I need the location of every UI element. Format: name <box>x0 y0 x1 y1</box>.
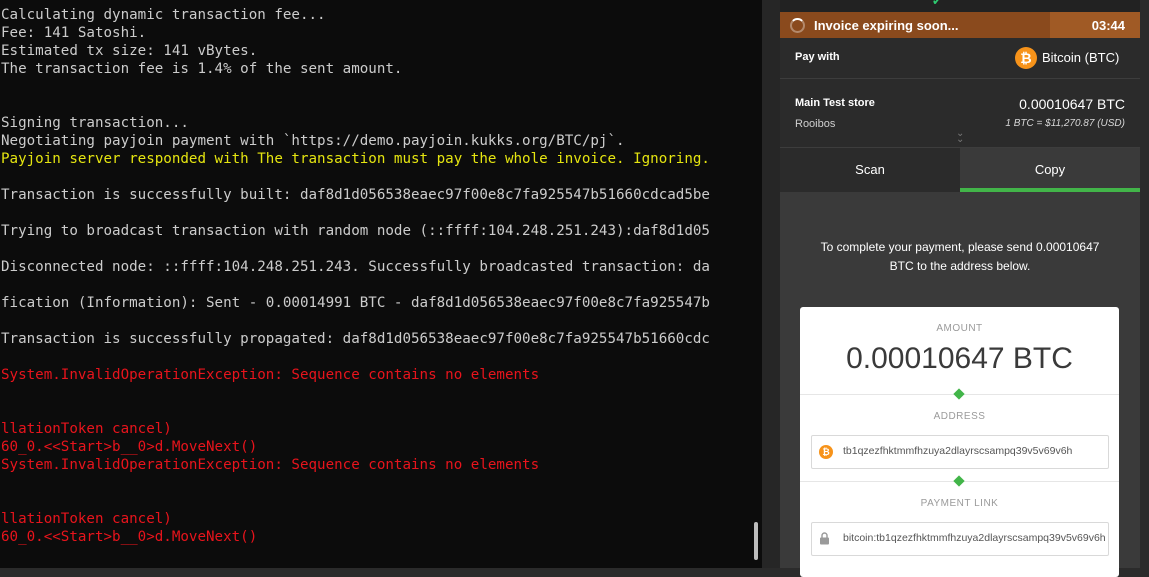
amount-value[interactable]: 0.00010647 BTC <box>800 342 1119 376</box>
window-top-edge: ✔ <box>780 0 1140 12</box>
check-icon: ✔ <box>932 0 943 8</box>
expiry-text: Invoice expiring soon... <box>814 18 959 33</box>
terminal-line: Estimated tx size: 141 vBytes. <box>1 43 258 59</box>
terminal-line: Transaction is successfully propagated: … <box>1 331 710 347</box>
terminal-line: fication (Information): Sent - 0.0001499… <box>1 295 710 311</box>
store-name: Main Test store <box>795 97 875 109</box>
amount-label: AMOUNT <box>936 323 983 334</box>
diamond-icon <box>953 475 965 487</box>
pay-with-label: Pay with <box>795 51 840 63</box>
payment-details-card: AMOUNT 0.00010647 BTC ADDRESS ₿ tb1qzezf… <box>800 307 1119 577</box>
bitcoin-icon: ₿ <box>819 445 833 459</box>
terminal-line: 60_0.<<Start>b__0>d.MoveNext() <box>1 439 258 455</box>
exchange-rate: 1 BTC = $11,270.87 (USD) <box>1005 118 1125 129</box>
spinner-icon <box>790 18 805 33</box>
bitcoin-icon: ₿ <box>1015 47 1037 69</box>
terminal-scrollbar[interactable] <box>754 522 758 560</box>
diamond-icon <box>953 388 965 400</box>
terminal-line: Calculating dynamic transaction fee... <box>1 7 326 23</box>
amount-due: 0.00010647 BTC <box>1019 96 1125 112</box>
item-name: Rooibos <box>795 118 836 130</box>
terminal-line: The transaction fee is 1.4% of the sent … <box>1 61 403 77</box>
terminal-line: Trying to broadcast transaction with ran… <box>1 223 710 239</box>
terminal-line: Transaction is successfully built: daf8d… <box>1 187 710 203</box>
order-summary[interactable]: Main Test store Rooibos 0.00010647 BTC 1… <box>780 79 1140 148</box>
terminal-line: System.InvalidOperationException: Sequen… <box>1 367 540 383</box>
tab-scan[interactable]: Scan <box>780 148 960 192</box>
pay-with-row[interactable]: Pay with ₿ Bitcoin (BTC) <box>780 38 1140 79</box>
expiry-timer: 03:44 <box>1091 18 1125 33</box>
chevron-down-icon[interactable]: ⌄ ⌄ <box>956 129 964 145</box>
terminal-line: 60_0.<<Start>b__0>d.MoveNext() <box>1 529 258 545</box>
currency-selector[interactable]: Bitcoin (BTC) <box>1042 50 1119 65</box>
terminal-window[interactable]: Calculating dynamic transaction fee... Fe… <box>0 0 762 568</box>
payment-link-field[interactable]: bitcoin:tb1qzezfhktmmfhzuya2dlayrscsampq… <box>811 522 1109 556</box>
payment-tabs: Scan Copy <box>780 148 1140 192</box>
terminal-line: Signing transaction... <box>1 115 189 131</box>
address-field[interactable]: ₿ tb1qzezfhktmmfhzuya2dlayrscsampq39v5v6… <box>811 435 1109 469</box>
payment-link-label: PAYMENT LINK <box>920 498 999 509</box>
address-value[interactable]: tb1qzezfhktmmfhzuya2dlayrscsampq39v5v69v… <box>843 445 1072 457</box>
address-label: ADDRESS <box>933 411 986 422</box>
expiry-banner: Invoice expiring soon... 03:44 <box>780 12 1140 38</box>
terminal-line: Disconnected node: ::ffff:104.248.251.24… <box>1 259 710 275</box>
payment-instructions: To complete your payment, please send 0.… <box>820 240 1100 273</box>
terminal-line: llationToken cancel) <box>1 421 172 437</box>
terminal-line: llationToken cancel) <box>1 511 172 527</box>
window-divider <box>762 0 780 568</box>
terminal-line: Negotiating payjoin payment with `https:… <box>1 133 625 149</box>
invoice-panel: ✔ Invoice expiring soon... 03:44 Pay wit… <box>780 0 1149 577</box>
tab-copy[interactable]: Copy <box>960 148 1140 192</box>
panel-scrollbar[interactable] <box>1140 0 1149 568</box>
terminal-line: System.InvalidOperationException: Sequen… <box>1 457 540 473</box>
terminal-line: Fee: 141 Satoshi. <box>1 25 147 41</box>
copy-panel: To complete your payment, please send 0.… <box>780 192 1140 577</box>
terminal-output: Calculating dynamic transaction fee... Fe… <box>1 6 748 546</box>
payment-link-value[interactable]: bitcoin:tb1qzezfhktmmfhzuya2dlayrscsampq… <box>843 532 1105 544</box>
terminal-line: Payjoin server responded with The transa… <box>1 151 710 167</box>
lock-icon <box>820 532 829 545</box>
